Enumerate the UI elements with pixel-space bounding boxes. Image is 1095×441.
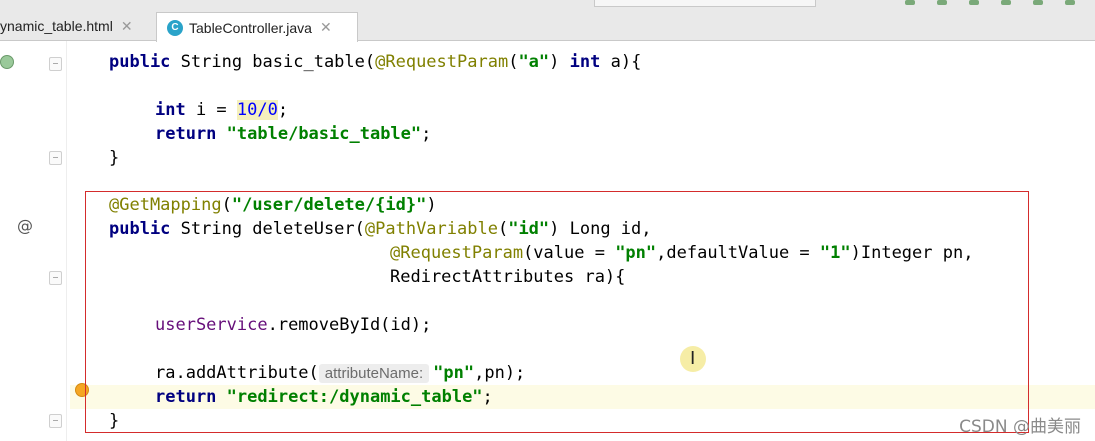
- toolbar-icon[interactable]: [1033, 0, 1043, 5]
- code-line: }: [109, 148, 120, 168]
- toolbar-icon[interactable]: [1065, 0, 1075, 5]
- fold-icon[interactable]: [49, 271, 62, 285]
- close-icon[interactable]: ✕: [320, 19, 332, 36]
- tab-label: TableController.java: [189, 19, 312, 36]
- fold-icon[interactable]: [49, 57, 62, 71]
- gutter-divider: [66, 41, 67, 441]
- navigation-bar-strip: [594, 0, 816, 7]
- close-icon[interactable]: ✕: [121, 18, 133, 35]
- annotation-highlight-box: [85, 191, 1029, 433]
- code-line: int i = 10/0;: [155, 100, 289, 120]
- toolbar-icon[interactable]: [905, 0, 915, 5]
- bean-icon[interactable]: [0, 55, 14, 69]
- text-cursor-icon: I: [690, 348, 696, 369]
- code-line: public String basic_table(@RequestParam(…: [109, 52, 642, 72]
- annotation-marker-icon[interactable]: @: [17, 216, 33, 235]
- editor-tab-bar: ynamic_table.html ✕ C TableController.ja…: [0, 0, 1095, 42]
- toolbar-icon[interactable]: [937, 0, 947, 5]
- watermark: CSDN @曲美丽: [959, 417, 1081, 437]
- java-class-icon: C: [167, 19, 183, 36]
- toolbar-icon[interactable]: [1001, 0, 1011, 5]
- tab-dynamic-table-html[interactable]: ynamic_table.html ✕: [0, 12, 152, 40]
- editor-gutter: [0, 41, 70, 441]
- tab-table-controller-java[interactable]: C TableController.java ✕: [156, 12, 358, 42]
- toolbar-icons: [905, 0, 1075, 8]
- code-line: return "table/basic_table";: [155, 124, 432, 144]
- fold-icon[interactable]: [49, 414, 62, 428]
- tab-label: ynamic_table.html: [0, 18, 113, 34]
- toolbar-icon[interactable]: [969, 0, 979, 5]
- fold-icon[interactable]: [49, 151, 62, 165]
